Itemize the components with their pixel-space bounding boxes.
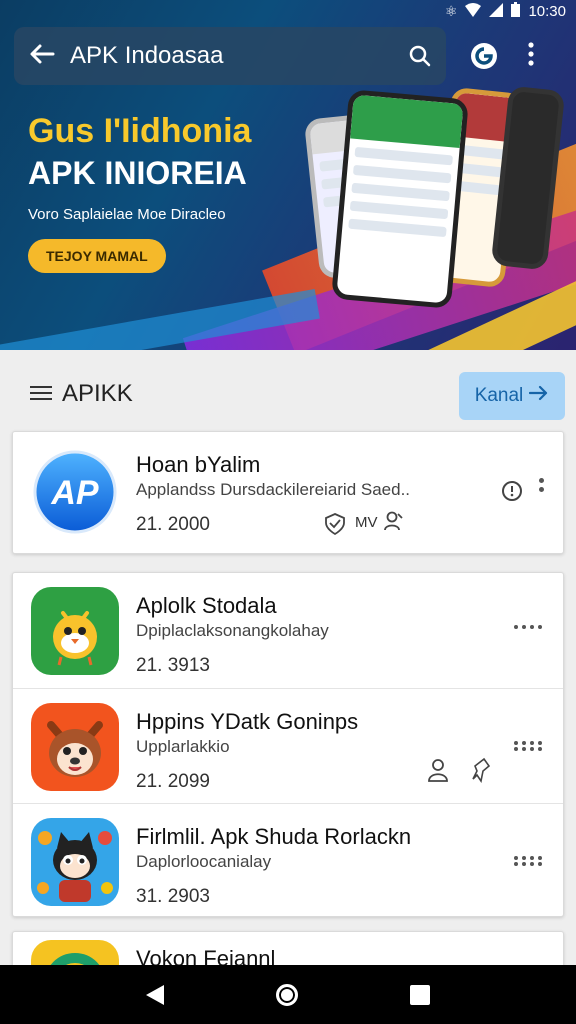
hero-button[interactable]: TEJOY MAMAL	[28, 239, 166, 273]
phone-mockup	[331, 89, 469, 309]
shield-icon	[323, 512, 347, 541]
app-description: Dpiplaclaksonangkolahay	[136, 621, 329, 640]
hamburger-menu-icon[interactable]	[30, 386, 52, 404]
search-icon[interactable]	[394, 45, 446, 67]
app-count: 21. 2000	[136, 514, 210, 535]
back-arrow-icon[interactable]	[14, 40, 70, 72]
list-item[interactable]: AP Hoan bYalim Applandss Dursdackilereia…	[13, 432, 563, 555]
app-count: 31. 2903	[136, 886, 210, 907]
hero-banner[interactable]: ⚛ 10:30 APK Indoasaa Gus I'Iidhonia APK …	[0, 0, 576, 350]
search-title[interactable]: APK Indoasaa	[70, 42, 394, 70]
section-title: APIKK	[62, 380, 133, 407]
nav-home-icon[interactable]	[276, 983, 298, 1006]
app-name: Hoan bYalim	[136, 452, 261, 477]
phones-illustration	[303, 80, 566, 320]
svg-text:AP: AP	[50, 474, 99, 512]
user-icon	[383, 510, 405, 537]
status-bar: ⚛ 10:30	[0, 0, 576, 22]
account-g-icon[interactable]	[466, 38, 502, 74]
list-item[interactable]: Firlmlil. Apk Shuda Rorlackn Daplorlooca…	[13, 803, 563, 918]
cat-cartoon-icon	[31, 818, 119, 906]
list-item[interactable]: Aplolk Stodala Dpiplaclaksonangkolahay 2…	[13, 573, 563, 688]
person-icon	[427, 757, 449, 788]
kanal-button[interactable]: Kanal	[459, 372, 565, 420]
android-bird-icon	[31, 587, 119, 675]
more-options-icon[interactable]	[514, 856, 543, 866]
hero-subtitle: Voro Saplaielae Moe Diracleo	[28, 206, 226, 223]
app-name: Hppins YDatk Goninps	[136, 709, 359, 734]
fox-cartoon-icon	[31, 703, 119, 791]
more-options-icon[interactable]	[514, 625, 543, 629]
hero-subtitle-title: APK INIOREIA	[28, 155, 247, 191]
vibrate-icon: ⚛	[444, 2, 458, 19]
app-count: 21. 3913	[136, 655, 210, 676]
signal-icon	[489, 2, 504, 20]
apk-logo-icon: AP	[31, 448, 119, 536]
app-name: Firlmlil. Apk Shuda Rorlackn	[136, 824, 412, 849]
hero-text: Gus I'Iidhonia APK INIOREIA Voro Saplaie…	[28, 112, 251, 273]
top-actions	[466, 38, 534, 74]
more-options-icon[interactable]	[514, 741, 543, 751]
wifi-icon	[465, 2, 482, 20]
app-description: Daplorloocanialay	[136, 852, 272, 871]
nav-back-icon[interactable]	[146, 984, 164, 1005]
section-header: APIKK Kanal	[0, 350, 576, 430]
kanal-button-label: Kanal	[474, 385, 524, 406]
status-time: 10:30	[528, 2, 566, 20]
search-bar[interactable]: APK Indoasaa	[14, 27, 446, 85]
pin-icon	[471, 757, 491, 788]
app-description: Upplarlakkio	[136, 737, 230, 756]
hero-title: Gus I'Iidhonia	[28, 112, 252, 150]
battery-icon	[511, 2, 521, 20]
featured-app-card[interactable]: AP Hoan bYalim Applandss Dursdackilereia…	[12, 431, 564, 554]
app-badge: MV	[355, 514, 378, 531]
app-description: Applandss Dursdackilereiarid Saed..	[136, 480, 411, 499]
info-icon[interactable]	[501, 480, 523, 507]
app-list-card: Aplolk Stodala Dpiplaclaksonangkolahay 2…	[12, 572, 564, 917]
more-vert-icon[interactable]	[528, 42, 534, 70]
more-vert-icon[interactable]	[539, 478, 545, 496]
app-name: Aplolk Stodala	[136, 593, 277, 618]
system-nav-bar	[0, 965, 576, 1024]
nav-recents-icon[interactable]	[410, 984, 430, 1005]
list-item[interactable]: Hppins YDatk Goninps Upplarlakkio 21. 20…	[13, 688, 563, 803]
app-count: 21. 2099	[136, 771, 210, 792]
arrow-right-icon	[529, 385, 549, 407]
